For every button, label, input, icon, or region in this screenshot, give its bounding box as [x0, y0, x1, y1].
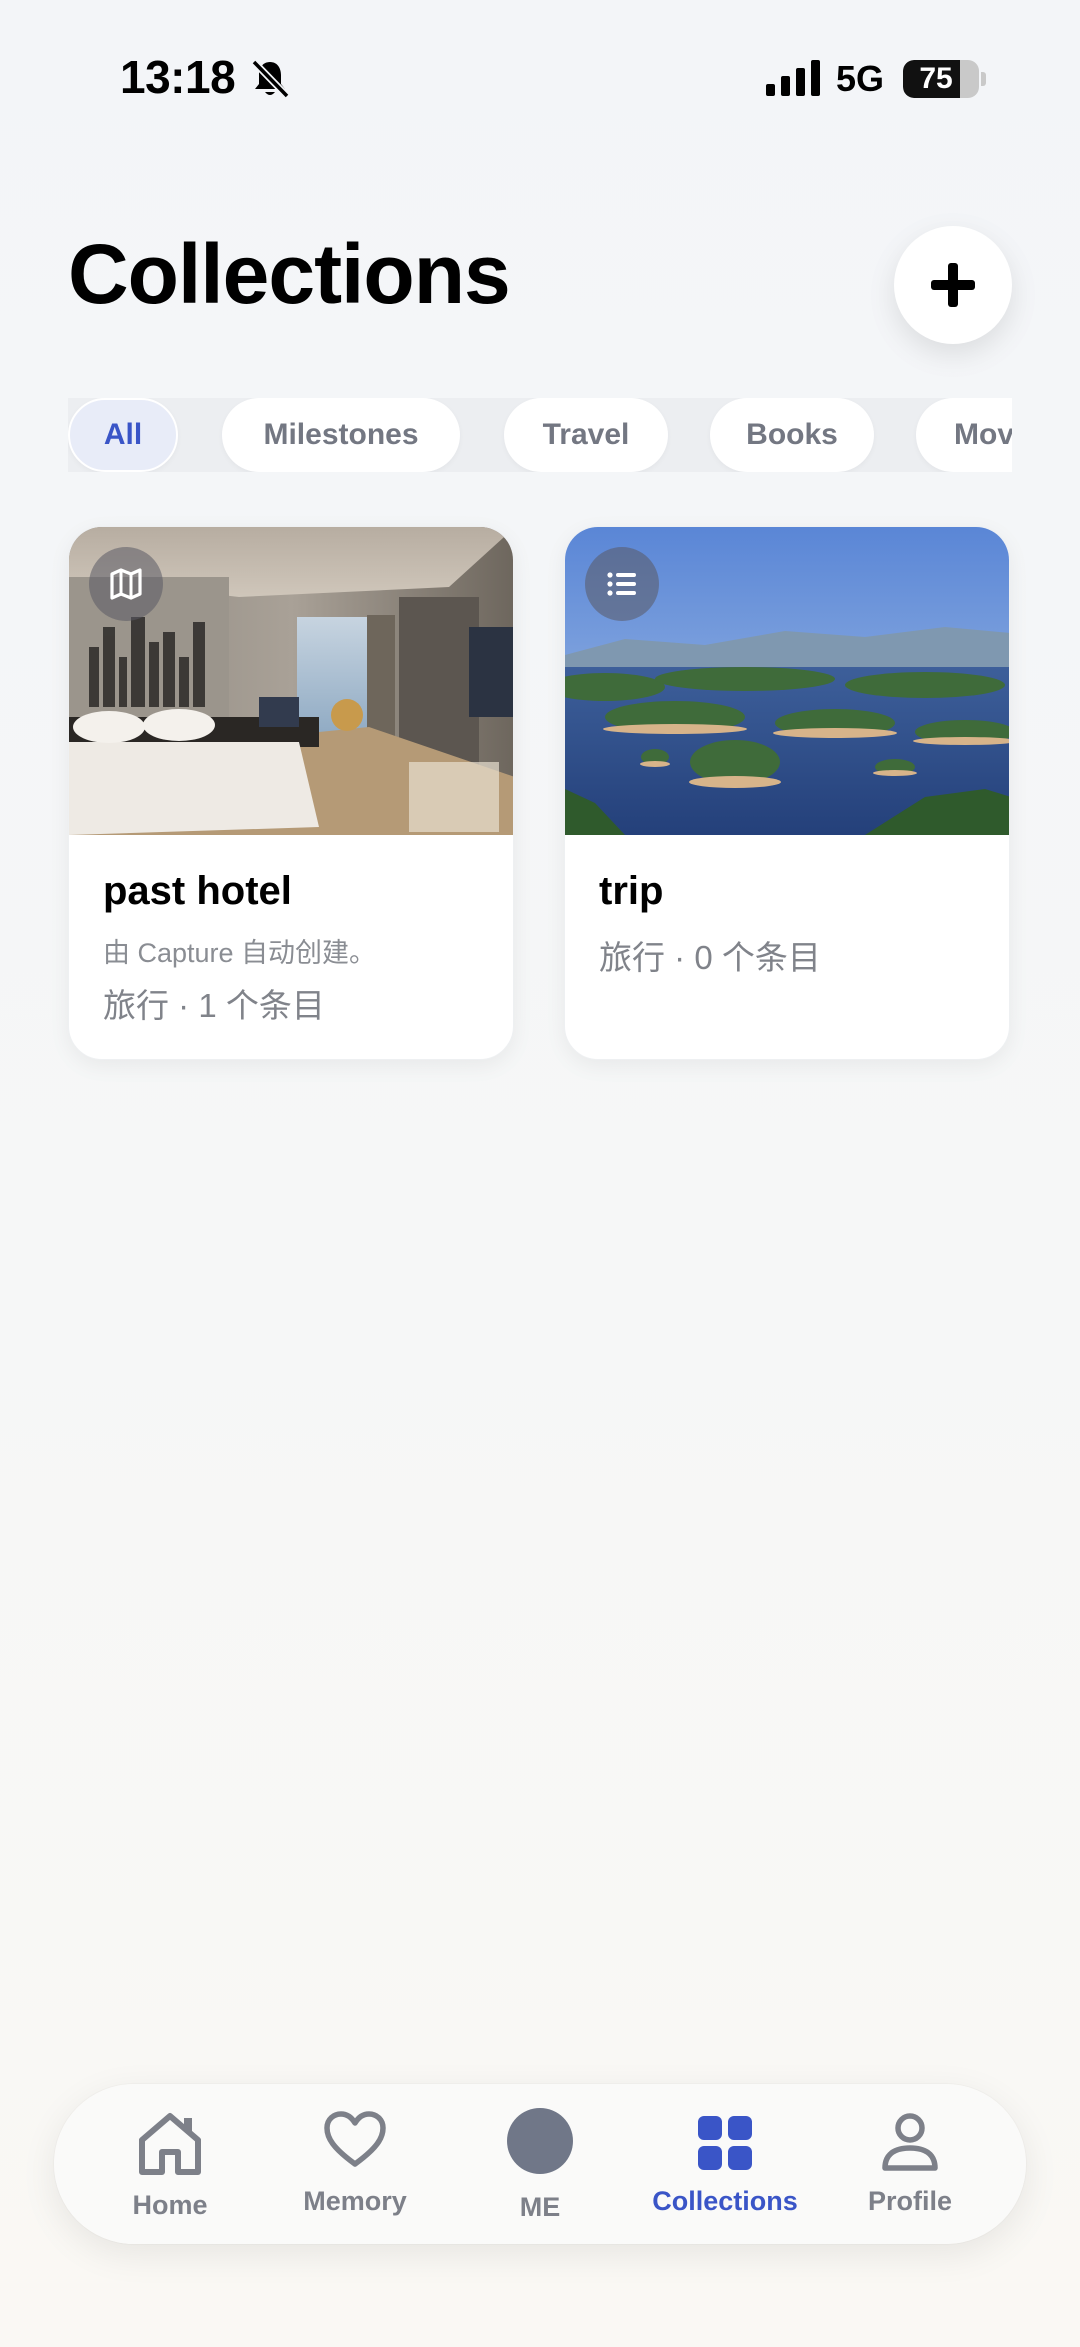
battery-tip: [981, 72, 986, 86]
nav-label-memory: Memory: [303, 2186, 407, 2216]
status-time: 13:18: [120, 51, 236, 103]
grid-icon: [698, 2116, 752, 2170]
network-type: 5G: [836, 58, 885, 99]
bell-muted-icon: [251, 59, 290, 99]
collection-card-past-hotel[interactable]: past hotel 由 Capture 自动创建。 旅行 · 1 个条目: [68, 526, 514, 1060]
battery-icon: 75: [903, 60, 979, 98]
map-icon: [110, 568, 142, 600]
filter-chip-movies[interactable]: Movies: [916, 398, 1012, 472]
status-bar: 13:18 5G 75: [0, 0, 1080, 160]
nav-item-memory[interactable]: Memory: [265, 2084, 445, 2244]
bottom-nav: Home Memory ME Collections Profile: [54, 2084, 1026, 2244]
map-badge: [89, 547, 163, 621]
nav-item-collections[interactable]: Collections: [635, 2084, 815, 2244]
filter-chip-milestones[interactable]: Milestones: [222, 398, 460, 472]
add-collection-button[interactable]: [894, 226, 1012, 344]
collection-card-trip[interactable]: trip 旅行 · 0 个条目: [564, 526, 1010, 1060]
nav-item-me[interactable]: ME: [450, 2084, 630, 2244]
avatar: [507, 2108, 573, 2174]
list-badge: [585, 547, 659, 621]
person-icon: [882, 2113, 938, 2171]
plus-icon: [931, 263, 975, 307]
nav-item-profile[interactable]: Profile: [820, 2084, 1000, 2244]
filter-chip-travel[interactable]: Travel: [504, 398, 668, 472]
collection-description: 由 Capture 自动创建。: [103, 938, 377, 968]
battery-level: 75: [919, 62, 953, 95]
signal-icon: [766, 60, 820, 96]
collection-title: past hotel: [103, 869, 292, 913]
page-title: Collections: [68, 227, 511, 321]
collection-meta: 旅行 · 1 个条目: [103, 987, 325, 1024]
filter-chip-books[interactable]: Books: [710, 398, 874, 472]
list-icon: [607, 572, 636, 596]
filter-chip-all[interactable]: All: [68, 398, 178, 472]
nav-label-me: ME: [519, 2192, 561, 2222]
filter-chips: All Milestones Travel Books Movies: [68, 398, 1012, 472]
nav-item-home[interactable]: Home: [80, 2084, 260, 2244]
nav-label-home: Home: [132, 2190, 208, 2220]
home-icon: [139, 2113, 201, 2175]
nav-label-profile: Profile: [867, 2186, 953, 2216]
heart-icon: [324, 2111, 386, 2167]
nav-label-collections: Collections: [652, 2186, 798, 2216]
collection-title: trip: [599, 869, 664, 913]
collection-meta: 旅行 · 0 个条目: [599, 939, 821, 976]
